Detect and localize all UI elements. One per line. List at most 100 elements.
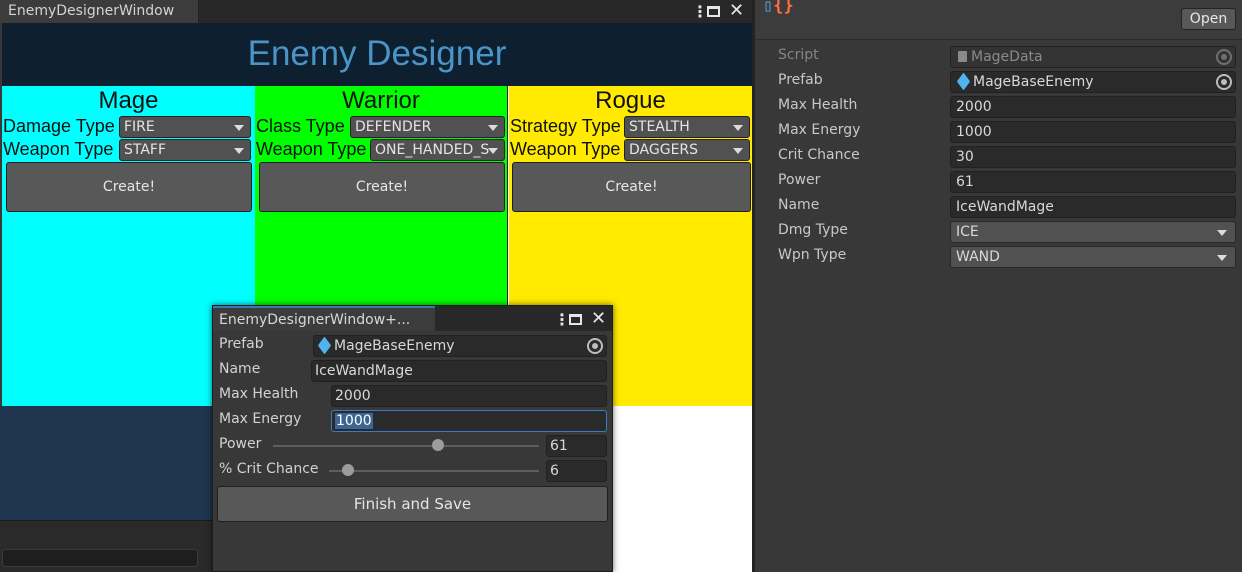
tab-label: EnemyDesignerWindow (8, 3, 175, 19)
max-energy-label: Max Energy (778, 122, 861, 138)
class-type-label: Class Type (256, 116, 345, 136)
max-health-input[interactable]: 2000 (331, 385, 607, 407)
open-button[interactable]: Open (1181, 8, 1236, 30)
script-field: MageData (950, 46, 1236, 68)
damage-type-label: Damage Type (3, 116, 115, 136)
tab-enemy-designer-window[interactable]: EnemyDesignerWindow (0, 0, 199, 23)
inspector-row-crit-chance: Crit Chance 30 (755, 146, 1242, 168)
rogue-strategy-type-dropdown[interactable]: STEALTH (624, 116, 750, 138)
designer-header: Enemy Designer (2, 23, 752, 86)
name-label: Name (778, 197, 820, 213)
object-picker-icon (1216, 49, 1232, 65)
power-label: Power (219, 436, 262, 452)
weapon-type-label: Weapon Type (3, 139, 114, 159)
power-label: Power (778, 172, 821, 188)
popup-row-max-energy: Max Energy 1000 (213, 410, 612, 432)
prefab-field[interactable]: MageBaseEnemy (950, 71, 1236, 93)
maximize-icon[interactable] (707, 5, 720, 17)
bottom-left-panel (0, 520, 212, 572)
editor-tab-bar: EnemyDesignerWindow ⋮ ✕ (0, 0, 752, 23)
close-icon[interactable]: ✕ (591, 310, 606, 328)
tab-popup-window[interactable]: EnemyDesignerWindow+... (213, 306, 435, 331)
max-energy-selected-text: 1000 (335, 413, 373, 429)
rogue-strategy-type-row: Strategy Type STEALTH (509, 116, 752, 138)
object-picker-icon[interactable] (1216, 74, 1232, 90)
create-mage-button[interactable]: Create! (6, 162, 252, 212)
wpn-type-label: Wpn Type (778, 247, 847, 263)
max-health-label: Max Health (778, 97, 858, 113)
crit-chance-label: % Crit Chance (219, 461, 319, 477)
weapon-type-label: Weapon Type (510, 139, 621, 159)
wpn-type-dropdown[interactable]: WAND (950, 246, 1236, 268)
prefab-label: Prefab (219, 336, 264, 352)
strategy-type-label: Strategy Type (510, 116, 621, 136)
mage-settings-popup: EnemyDesignerWindow+... ⋮ ✕ Prefab MageB… (212, 305, 613, 572)
max-energy-label: Max Energy (219, 411, 302, 427)
popup-row-prefab: Prefab MageBaseEnemy (213, 335, 612, 357)
prefab-field[interactable]: MageBaseEnemy (313, 335, 607, 357)
prefab-value: MageBaseEnemy (334, 338, 455, 354)
script-asset-icon: ▯{} (763, 0, 794, 16)
mage-weapon-type-dropdown[interactable]: STAFF (119, 139, 251, 161)
script-label: Script (778, 47, 819, 63)
power-input[interactable]: 61 (546, 435, 607, 457)
popup-window-controls: ⋮ ✕ (554, 309, 606, 329)
power-slider[interactable] (273, 445, 539, 447)
inspector-row-name: Name IceWandMage (755, 196, 1242, 218)
inspector-row-power: Power 61 (755, 171, 1242, 193)
script-value: MageData (971, 49, 1043, 65)
warrior-weapon-type-row: Weapon Type ONE_HANDED_S (255, 139, 507, 161)
prefab-label: Prefab (778, 72, 823, 88)
name-field[interactable]: IceWandMage (950, 196, 1236, 218)
crit-chance-slider-handle[interactable] (341, 464, 354, 476)
more-options-icon[interactable]: ⋮ (554, 310, 570, 329)
close-icon[interactable]: ✕ (729, 2, 744, 20)
more-options-icon[interactable]: ⋮ (692, 2, 708, 21)
inspector-row-prefab: Prefab MageBaseEnemy (755, 71, 1242, 93)
create-rogue-button[interactable]: Create! (512, 162, 751, 212)
prefab-cube-icon (317, 336, 332, 355)
finish-and-save-button[interactable]: Finish and Save (217, 486, 608, 522)
window-controls: ⋮ ✕ (692, 1, 744, 21)
background-white-area (610, 406, 752, 572)
inspector-row-dmg-type: Dmg Type ICE (755, 221, 1242, 243)
name-label: Name (219, 361, 261, 377)
rogue-title: Rogue (595, 87, 666, 114)
warrior-title: Warrior (342, 87, 420, 114)
warrior-weapon-type-dropdown[interactable]: ONE_HANDED_S (370, 139, 505, 161)
create-warrior-button[interactable]: Create! (259, 162, 505, 212)
popup-row-name: Name IceWandMage (213, 360, 612, 382)
crit-chance-label: Crit Chance (778, 147, 860, 163)
crit-chance-input[interactable]: 6 (546, 460, 607, 482)
power-field[interactable]: 61 (950, 171, 1236, 193)
prefab-value: MageBaseEnemy (973, 74, 1094, 90)
warrior-class-type-row: Class Type DEFENDER (255, 116, 507, 138)
crit-chance-slider[interactable] (329, 470, 539, 472)
page-title: Enemy Designer (247, 34, 507, 73)
maximize-icon[interactable] (569, 313, 582, 325)
rogue-weapon-type-dropdown[interactable]: DAGGERS (624, 139, 750, 161)
max-health-label: Max Health (219, 386, 299, 402)
bottom-left-bar[interactable] (2, 549, 198, 567)
inspector-row-max-health: Max Health 2000 (755, 96, 1242, 118)
inspector-header: ▯{} Open (755, 0, 1242, 40)
mage-damage-type-dropdown[interactable]: FIRE (119, 116, 251, 138)
name-input[interactable]: IceWandMage (311, 360, 607, 382)
inspector-row-wpn-type: Wpn Type WAND (755, 246, 1242, 268)
warrior-class-type-dropdown[interactable]: DEFENDER (350, 116, 505, 138)
power-slider-handle[interactable] (431, 439, 444, 451)
popup-row-power: Power 61 (213, 435, 612, 457)
max-energy-field[interactable]: 1000 (950, 121, 1236, 143)
inspector-row-script: Script MageData (755, 46, 1242, 68)
max-health-field[interactable]: 2000 (950, 96, 1236, 118)
popup-row-max-health: Max Health 2000 (213, 385, 612, 407)
dmg-type-label: Dmg Type (778, 222, 848, 238)
object-picker-icon[interactable] (587, 338, 603, 354)
max-energy-input[interactable]: 1000 (331, 410, 607, 432)
inspector-panel: ▯{} Open Script MageData Prefab MageBase… (755, 0, 1242, 572)
dmg-type-dropdown[interactable]: ICE (950, 221, 1236, 243)
mage-damage-type-row: Damage Type FIRE (2, 116, 255, 138)
crit-chance-field[interactable]: 30 (950, 146, 1236, 168)
mage-title: Mage (98, 87, 159, 114)
rogue-weapon-type-row: Weapon Type DAGGERS (509, 139, 752, 161)
